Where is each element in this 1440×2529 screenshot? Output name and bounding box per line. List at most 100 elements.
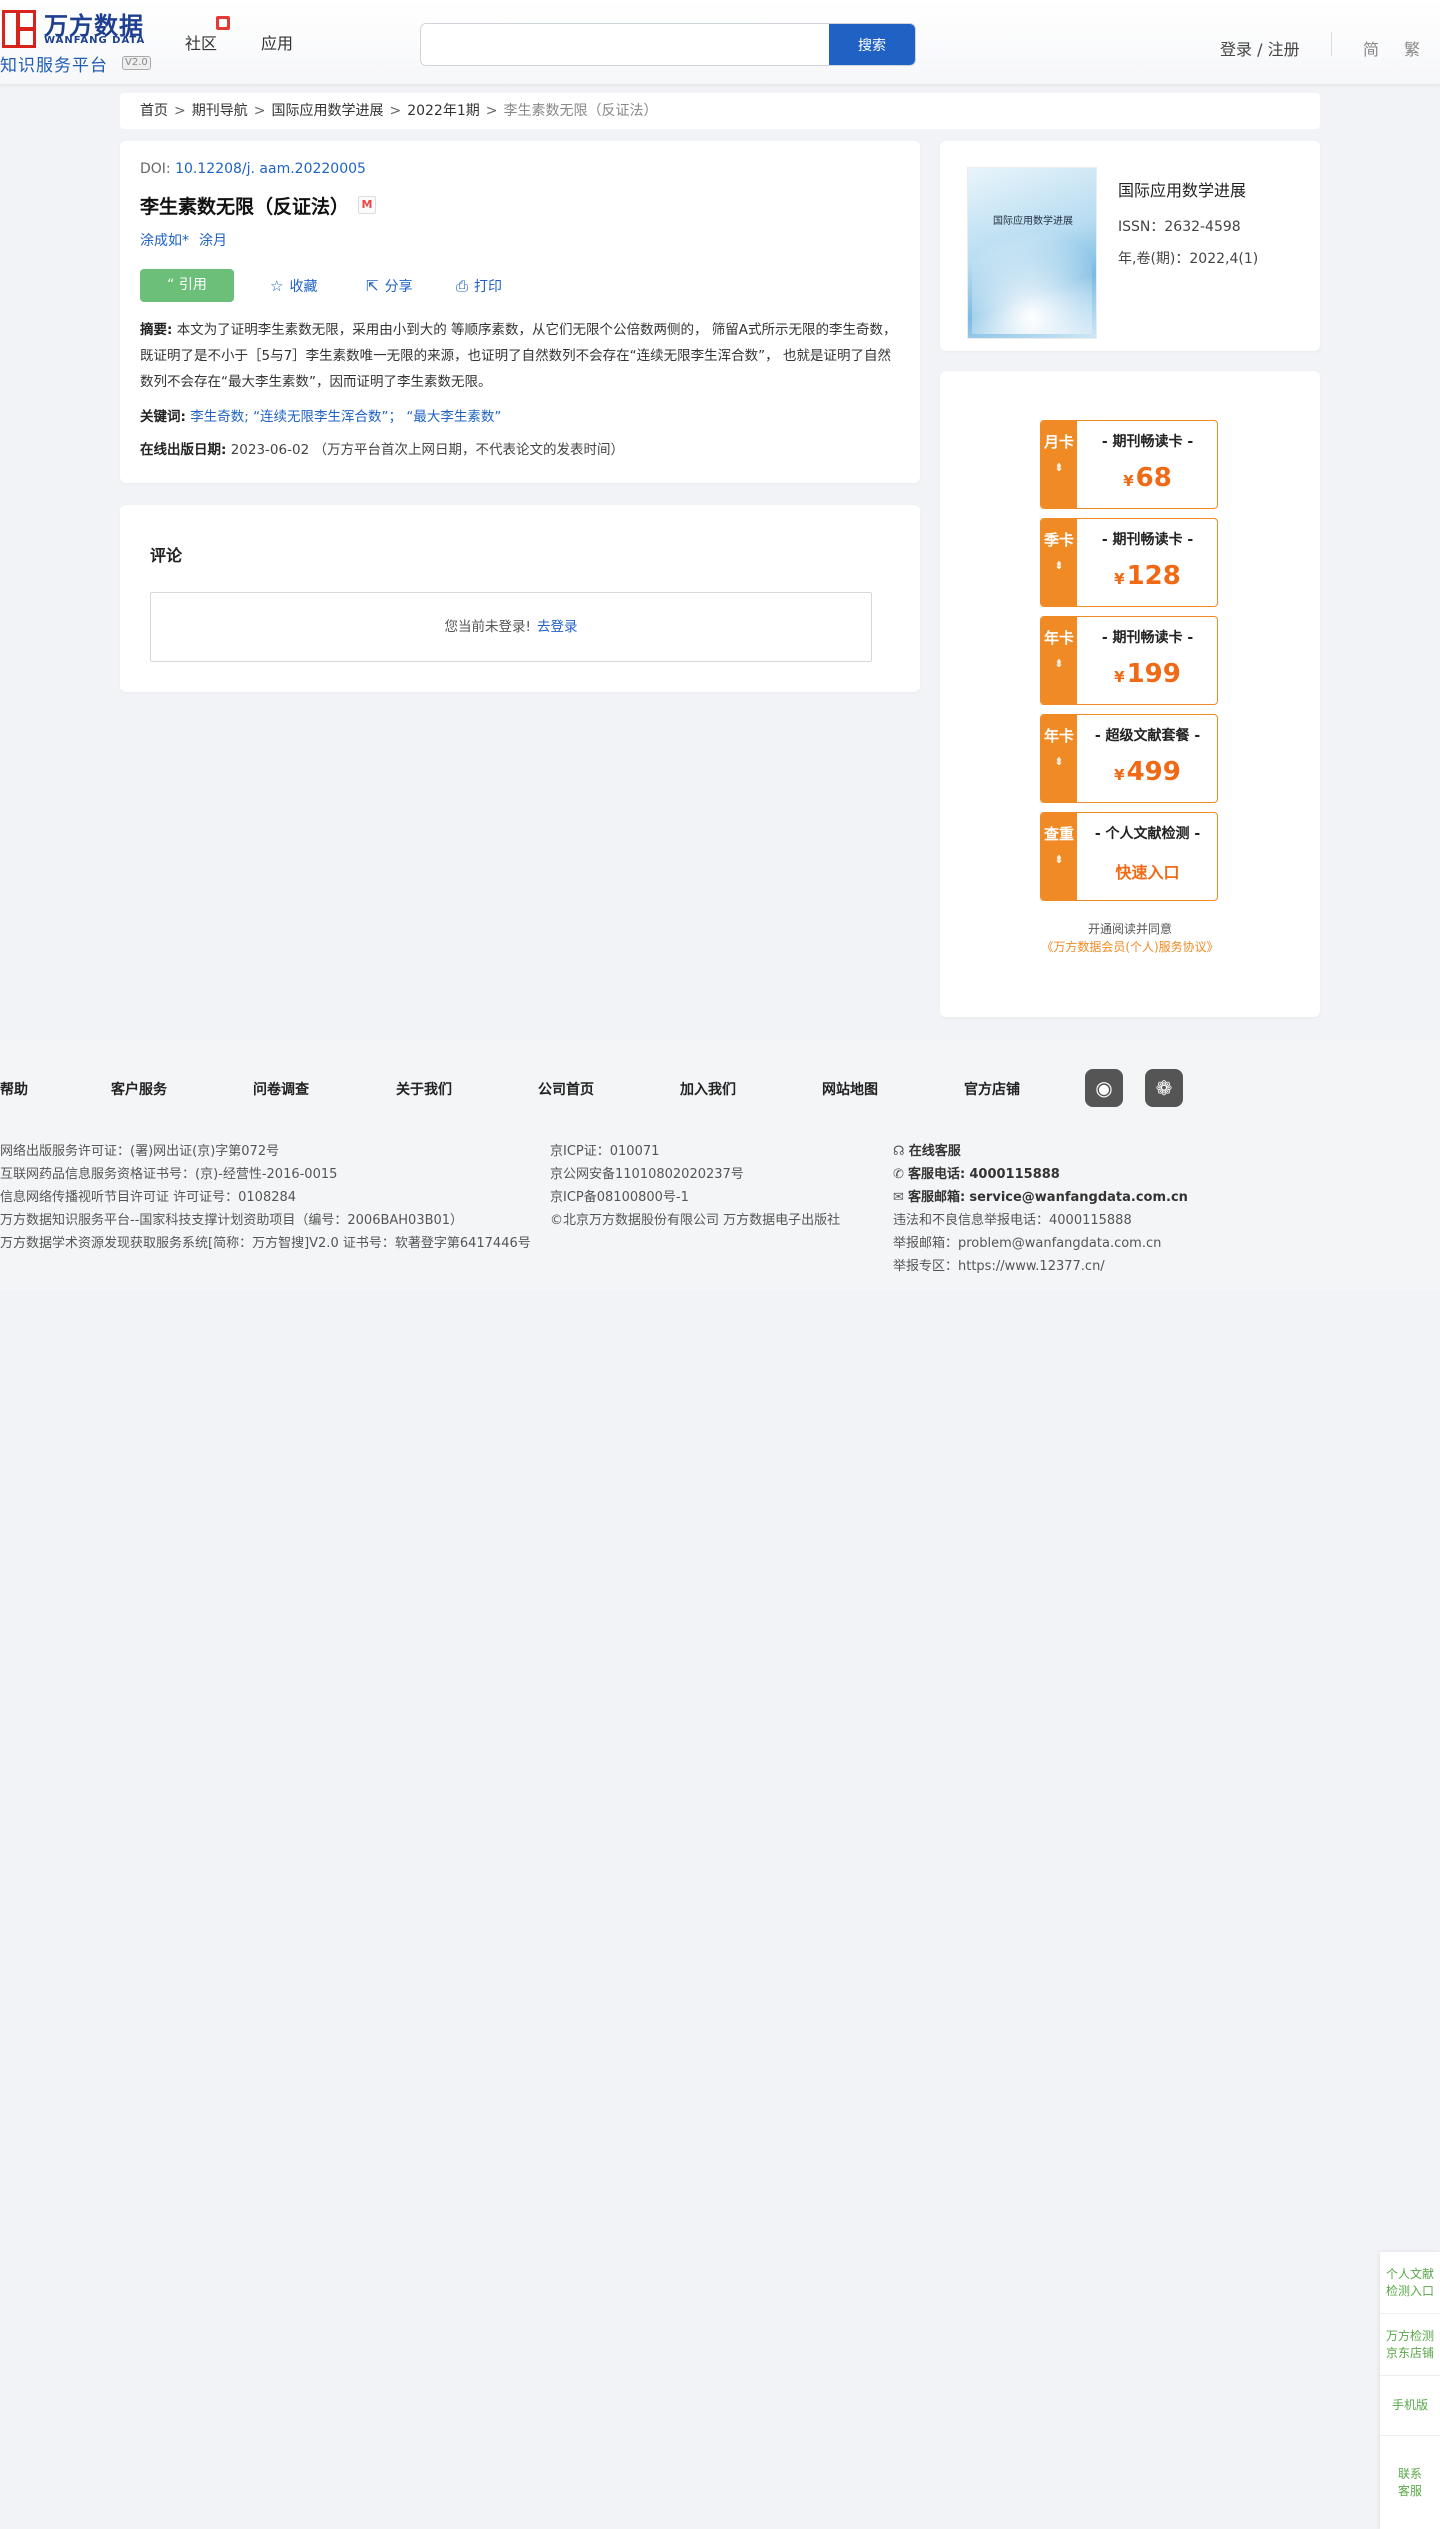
footer-link-sitemap[interactable]: 网站地图 <box>822 1079 878 1099</box>
icp-line[interactable]: 京公网安备11010802020237号 <box>550 1163 840 1186</box>
vip-tag: 查重 ⇟ <box>1041 813 1077 900</box>
service-email: ✉ 客服邮箱: service@wanfangdata.com.cn <box>893 1190 1188 1205</box>
side-float-bar: 个人文献检测入口 万方检测京东店铺 手机版 联系客服 <box>1380 2252 1440 2529</box>
mail-icon: ✉ <box>893 1190 909 1205</box>
agreement-link[interactable]: 《万方数据会员(个人)服务协议》 <box>1041 940 1218 954</box>
breadcrumb-journal-nav[interactable]: 期刊导航 <box>192 103 248 119</box>
keywords: 关键词: 李生奇数; “连续无限李生浑合数”； “最大李生素数” <box>140 405 501 425</box>
login-register-link[interactable]: 登录 / 注册 <box>1220 36 1300 60</box>
wechat-icon[interactable]: ❁ <box>1145 1069 1183 1107</box>
footer-link-about[interactable]: 关于我们 <box>396 1079 452 1099</box>
abstract-text: 本文为了证明李生素数无限，采用由小到大的 等顺序素数，从它们无限个公倍数两侧的，… <box>140 322 897 390</box>
author-link[interactable]: 涂成如* <box>140 233 189 249</box>
breadcrumb: 首页 > 期刊导航 > 国际应用数学进展 >2022年1期 > 李生素数无限（反证法） <box>120 93 1320 129</box>
keywords-label: 关键词: <box>140 409 186 425</box>
double-down-arrow-icon: ⇟ <box>1054 461 1064 474</box>
agreement-text: 开通阅读并同意 <box>1087 922 1172 936</box>
vip-month-card[interactable]: 月卡 ⇟ - 期刊畅读卡 - ¥68 <box>1040 420 1218 509</box>
side-contact[interactable]: 联系客服 <box>1380 2436 1440 2529</box>
search-button[interactable]: 搜索 <box>829 24 915 65</box>
breadcrumb-journal[interactable]: 国际应用数学进展 <box>271 103 383 119</box>
vip-tag: 年卡 ⇟ <box>1041 617 1077 704</box>
quick-entry-label: 快速入口 <box>1115 863 1180 882</box>
pubdate-note: （万方平台首次上网日期，不代表论文的发表时间） <box>313 442 624 458</box>
go-login-link[interactable]: 去登录 <box>537 619 578 635</box>
double-down-arrow-icon: ⇟ <box>1054 559 1064 572</box>
vip-quarter-card[interactable]: 季卡 ⇟ - 期刊畅读卡 - ¥128 <box>1040 518 1218 607</box>
double-down-arrow-icon: ⇟ <box>1054 755 1064 768</box>
icp-line[interactable]: 京ICP证：010071 <box>550 1140 840 1163</box>
pubdate-label: 在线出版日期: <box>140 442 227 458</box>
author-list: 涂成如* 涂月 <box>140 230 237 250</box>
doi-link[interactable]: 10.12208/j. aam.20220005 <box>175 161 366 177</box>
breadcrumb-separator: > <box>253 103 266 119</box>
cite-button[interactable]: “ 引用 <box>140 269 234 302</box>
footer-link-join[interactable]: 加入我们 <box>680 1079 736 1099</box>
journal-name[interactable]: 国际应用数学进展 <box>1118 177 1246 201</box>
vip-super-package[interactable]: 年卡 ⇟ - 超级文献套餐 - ¥499 <box>1040 714 1218 803</box>
footer-link-company[interactable]: 公司首页 <box>538 1079 594 1099</box>
keyword-link[interactable]: 李生奇数; <box>190 409 249 425</box>
keyword-link[interactable]: “最大李生素数” <box>406 409 501 425</box>
vip-price: ¥128 <box>1114 561 1181 591</box>
platform-name: 知识服务平台 <box>0 56 108 76</box>
doi-label: DOI: <box>140 161 176 177</box>
footer-icp-column: 京ICP证：010071 京公网安备11010802020237号 京ICP备0… <box>550 1140 840 1232</box>
footer-link-help[interactable]: 帮助 <box>0 1079 28 1099</box>
share-button[interactable]: ⇱ 分享 <box>366 276 413 296</box>
vip-product-name: - 期刊畅读卡 - <box>1101 630 1194 646</box>
footer-link-survey[interactable]: 问卷调查 <box>253 1079 309 1099</box>
footer-link-store[interactable]: 官方店铺 <box>964 1079 1020 1099</box>
version-badge: V2.0 <box>122 56 151 70</box>
vip-tag: 季卡 ⇟ <box>1041 519 1077 606</box>
print-button[interactable]: ⎙ 打印 <box>456 276 502 296</box>
breadcrumb-separator: > <box>389 103 402 119</box>
journal-cover[interactable]: 国际应用数学进展 <box>967 167 1097 339</box>
new-badge-icon <box>216 16 230 30</box>
breadcrumb-separator: > <box>174 103 186 119</box>
favorite-label: 收藏 <box>289 279 318 295</box>
footer-link-service[interactable]: 客户服务 <box>111 1079 167 1099</box>
cover-title: 国际应用数学进展 <box>993 216 1073 227</box>
nav-community[interactable]: 社区 <box>185 30 217 54</box>
wanfang-logo[interactable]: 万方数据 WANFANG DATA 知识服务平台 V2.0 <box>0 6 152 76</box>
report-zone[interactable]: 举报专区：https://www.12377.cn/ <box>893 1255 1188 1278</box>
publish-date: 在线出版日期: 2023-06-02 （万方平台首次上网日期，不代表论文的发表时… <box>140 438 624 458</box>
side-mobile[interactable]: 手机版 <box>1380 2376 1440 2436</box>
icp-line[interactable]: 京ICP备08100800号-1 <box>550 1186 840 1209</box>
print-label: 打印 <box>474 279 503 295</box>
service-phone: ✆ 客服电话: 4000115888 <box>893 1167 1060 1182</box>
online-service[interactable]: ☊ 在线客服 <box>893 1140 1188 1163</box>
vip-price: ¥499 <box>1114 757 1181 787</box>
journal-issn: ISSN：2632-4598 <box>1118 219 1241 235</box>
logo-mark-icon <box>2 10 36 48</box>
search-input[interactable] <box>421 24 830 65</box>
star-icon: ☆ <box>270 277 284 295</box>
keyword-link[interactable]: “连续无限李生浑合数”； <box>253 409 402 425</box>
phone-icon: ✆ <box>893 1167 909 1182</box>
nav-apps[interactable]: 应用 <box>261 30 293 54</box>
agreement-note: 开通阅读并同意 《万方数据会员(个人)服务协议》 <box>940 920 1320 956</box>
side-jd-store[interactable]: 万方检测京东店铺 <box>1380 2314 1440 2376</box>
author-link[interactable]: 涂月 <box>199 233 227 249</box>
license-line: 信息网络传播视听节目许可证 许可证号：0108284 <box>0 1190 297 1205</box>
favorite-button[interactable]: ☆ 收藏 <box>270 276 317 296</box>
breadcrumb-home[interactable]: 首页 <box>140 103 168 119</box>
mendeley-icon[interactable]: M <box>358 196 376 214</box>
journal-card: 国际应用数学进展 国际应用数学进展 ISSN：2632-4598 年,卷(期)：… <box>940 141 1320 351</box>
vip-year-card[interactable]: 年卡 ⇟ - 期刊畅读卡 - ¥199 <box>1040 616 1218 705</box>
abstract-label: 摘要: <box>140 322 173 338</box>
plagiarism-check-entry[interactable]: 查重 ⇟ - 个人文献检测 - 快速入口 <box>1040 812 1218 901</box>
printer-icon: ⎙ <box>456 277 469 295</box>
report-email: 举报邮箱：problem@wanfangdata.com.cn <box>893 1236 1162 1251</box>
lang-traditional[interactable]: 繁 <box>1404 36 1420 60</box>
breadcrumb-issue[interactable]: 2022年1期 <box>407 103 480 119</box>
vip-product-name: - 超级文献套餐 - <box>1094 728 1201 744</box>
breadcrumb-current: 李生素数无限（反证法） <box>503 103 658 119</box>
vip-product-name: - 期刊畅读卡 - <box>1101 532 1194 548</box>
weibo-icon[interactable]: ◉ <box>1085 1069 1123 1107</box>
lang-simplified[interactable]: 简 <box>1363 36 1379 60</box>
side-check-entry[interactable]: 个人文献检测入口 <box>1380 2252 1440 2314</box>
comment-title: 评论 <box>150 546 183 565</box>
double-down-arrow-icon: ⇟ <box>1054 853 1064 866</box>
